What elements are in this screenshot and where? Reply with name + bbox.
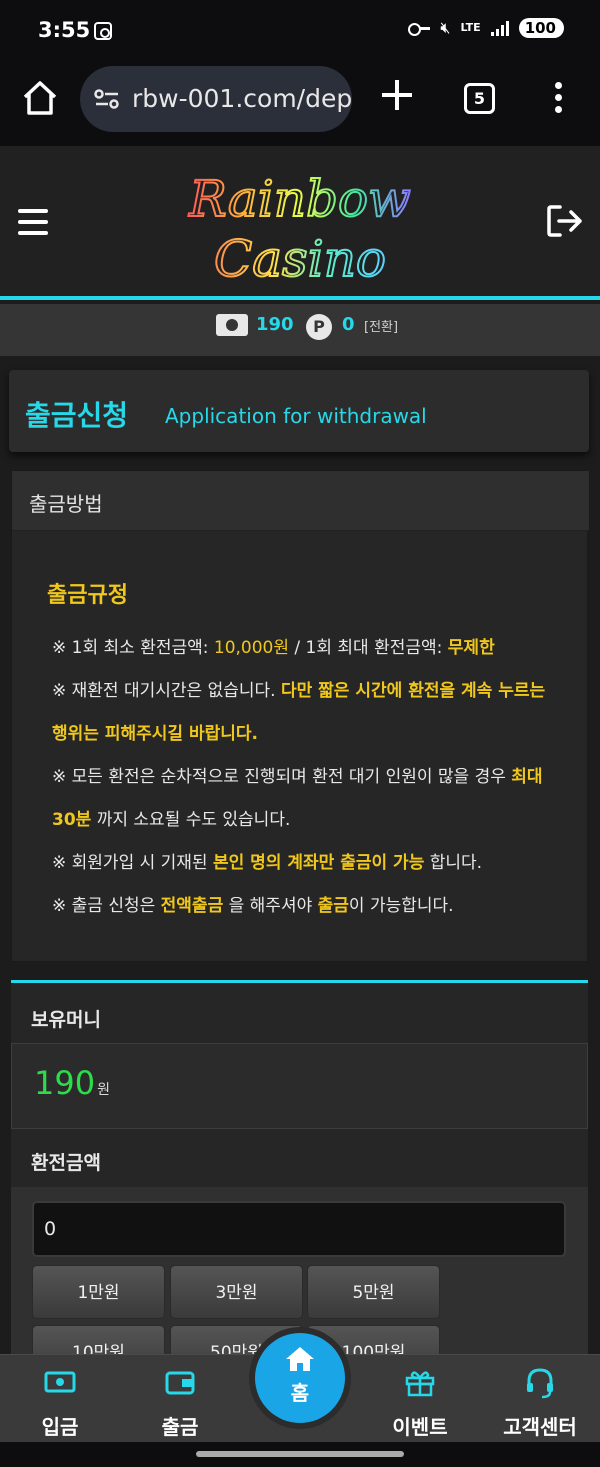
nav-home[interactable]: 홈 (255, 1333, 345, 1423)
nav-event[interactable]: 이벤트 (370, 1355, 470, 1443)
nav-event-label: 이벤트 (392, 1415, 448, 1439)
nav-home-label: 홈 (290, 1381, 310, 1405)
quick-amount-button[interactable]: 3만원 (170, 1265, 303, 1319)
rule-text: 합니다. (424, 853, 483, 873)
money-icon (216, 314, 248, 336)
nav-withdraw[interactable]: 출금 (130, 1355, 230, 1443)
rule-text: ※ 회원가입 시 기재된 (52, 853, 213, 873)
balance-bar: 190 P 0 [전환] (0, 304, 600, 356)
deposit-money-icon (44, 1371, 76, 1393)
page-title-banner: 출금신청 Application for withdrawal (9, 370, 589, 452)
method-header: 출금방법 (12, 471, 589, 531)
exchange-amount-input[interactable] (32, 1201, 566, 1257)
menu-icon[interactable] (18, 209, 48, 235)
gesture-bar (0, 1442, 600, 1467)
rule-text: ※ 1회 최소 환전금액: (52, 638, 214, 658)
logo-line-2: Casino (214, 230, 386, 288)
own-money-value: 190 원 (34, 1064, 110, 1102)
headset-icon (527, 1368, 553, 1399)
rule-line: ※ 재환전 대기시간은 없습니다. 다만 짧은 시간에 환전을 계속 누르는 행… (52, 670, 562, 756)
gift-icon (405, 1371, 435, 1397)
nav-deposit-label: 입금 (41, 1415, 79, 1439)
battery-level: 100 (518, 18, 564, 38)
page: 3:55 🔇︎ LTE 100 rbw-001.com/dep 5 Rainbo… (0, 0, 600, 1467)
quick-amount-button[interactable]: 1만원 (32, 1265, 165, 1319)
bottom-nav: 입금 출금 홈 이벤트 고객센터 (0, 1333, 600, 1443)
rule-line: ※ 회원가입 시 기재된 본인 명의 계좌만 출금이 가능 합니다. (52, 842, 562, 885)
rule-line: ※ 1회 최소 환전금액: 10,000원 / 1회 최대 환전금액: 무제한 (52, 627, 562, 670)
point-balance: 0 (342, 314, 355, 335)
new-tab-button[interactable] (380, 78, 414, 112)
rule-text: ※ 재환전 대기시간은 없습니다. (52, 681, 281, 701)
quick-amount-button[interactable]: 5만원 (307, 1265, 440, 1319)
logout-icon[interactable] (546, 204, 584, 238)
rule-text: ※ 출금 신청은 (52, 896, 161, 916)
money-section: 보유머니 190원 환전금액 1만원 3만원 5만원 10만원 50만원 100… (11, 980, 588, 1379)
address-bar[interactable]: rbw-001.com/dep (80, 66, 352, 132)
rules-title: 출금규정 (47, 583, 128, 608)
own-money-amount: 190 (34, 1064, 96, 1102)
rule-text: 이 가능합니다. (348, 896, 454, 916)
gesture-handle[interactable] (196, 1451, 404, 1457)
status-bar: 3:55 🔇︎ LTE 100 (0, 0, 600, 62)
point-icon: P (306, 314, 332, 340)
rule-text: 까지 소요될 수도 있습니다. (91, 810, 291, 830)
own-money-unit: 원 (97, 1082, 110, 1098)
browser-toolbar: rbw-001.com/dep 5 (0, 62, 600, 146)
rainbow-casino-logo[interactable]: Rainbow Casino (180, 156, 420, 292)
nav-withdraw-label: 출금 (161, 1415, 199, 1439)
own-money-label: 보유머니 (31, 1009, 101, 1031)
rule-text: 을 해주셔야 (223, 896, 318, 916)
rule-text: / 1회 최대 환전금액: (289, 638, 448, 658)
method-header-label: 출금방법 (29, 492, 103, 516)
page-subtitle: Application for withdrawal (165, 404, 427, 428)
wallet-icon (165, 1371, 195, 1395)
site-header: Rainbow Casino (0, 146, 600, 300)
logo-line-1: Rainbow (188, 170, 411, 228)
vpn-key-icon (408, 22, 431, 36)
network-type: LTE (460, 21, 481, 34)
withdrawal-method-panel: 출금방법 출금규정 ※ 1회 최소 환전금액: 10,000원 / 1회 최대 … (11, 470, 589, 962)
nav-support[interactable]: 고객센터 (490, 1355, 590, 1443)
signal-icon (490, 20, 509, 36)
rule-text: 전액출금 (160, 896, 224, 916)
rule-line: ※ 모든 환전은 순차적으로 진행되며 환전 대기 인원이 많을 경우 최대 3… (52, 756, 562, 842)
rule-text: 10,000원 (213, 638, 290, 658)
rules-list: ※ 1회 최소 환전금액: 10,000원 / 1회 최대 환전금액: 무제한 ※… (52, 627, 562, 928)
status-time: 3:55 (38, 18, 91, 42)
nav-support-label: 고객센터 (503, 1415, 577, 1439)
own-money-box: 190 원 (11, 1043, 588, 1129)
rule-text: 무제한 (447, 638, 495, 658)
home-icon (286, 1347, 314, 1371)
site-settings-icon[interactable] (94, 88, 120, 110)
convert-points-link[interactable]: [전환] (364, 316, 398, 335)
browser-home-icon[interactable] (20, 78, 60, 118)
rule-text: ※ 모든 환전은 순차적으로 진행되며 환전 대기 인원이 많을 경우 (52, 767, 512, 787)
page-title: 출금신청 (25, 399, 129, 432)
rule-text: 본인 명의 계좌만 출금이 가능 (212, 853, 425, 873)
mute-icon: 🔇︎ (440, 18, 451, 37)
status-icons: 🔇︎ LTE 100 (408, 18, 564, 38)
tab-switcher-button[interactable]: 5 (464, 83, 495, 114)
url-text: rbw-001.com/dep (132, 84, 352, 113)
more-menu-icon[interactable] (554, 82, 564, 116)
money-balance: 190 (256, 314, 294, 335)
exchange-amount-label: 환전금액 (31, 1152, 101, 1174)
nav-deposit[interactable]: 입금 (10, 1355, 110, 1443)
rule-text: 출금 (317, 896, 349, 916)
rule-line: ※ 출금 신청은 전액출금 을 해주셔야 출금이 가능합니다. (52, 885, 562, 928)
screenshot-icon (94, 22, 112, 40)
